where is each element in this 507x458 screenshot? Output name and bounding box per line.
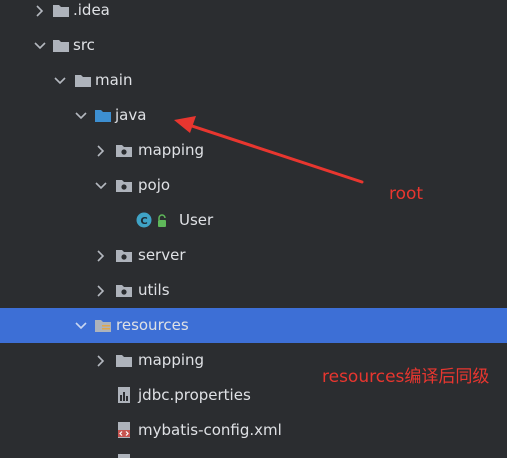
annotation-root: root [389, 184, 424, 204]
annotation-resources-note: resources编译后同级 [322, 367, 490, 387]
annotation-arrow [174, 116, 364, 184]
